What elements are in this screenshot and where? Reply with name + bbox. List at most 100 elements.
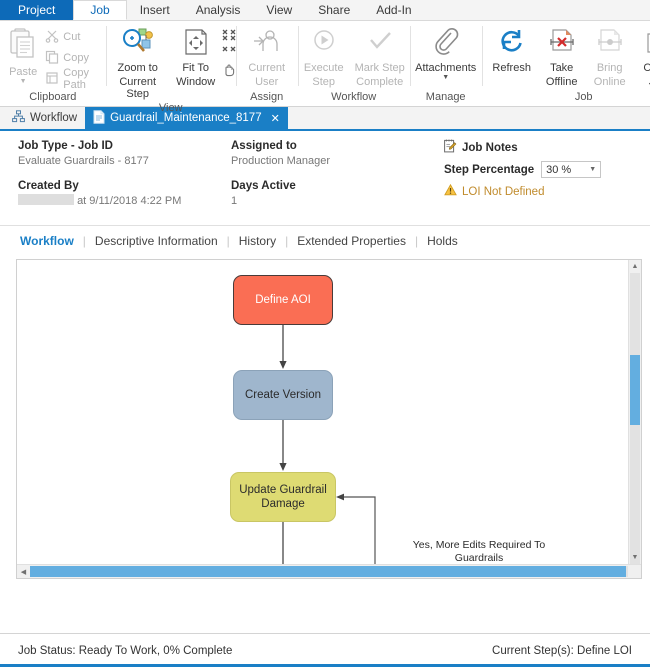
created-by-value: at 9/11/2018 4:22 PM [77,195,181,207]
current-user-label-1: Current [248,62,285,74]
tab-descriptive-information[interactable]: Descriptive Information [86,234,227,248]
ribbon-group-view: Zoom to Current Step Fit To Window [106,21,236,106]
refresh-button[interactable]: Refresh [486,25,538,76]
tab-workflow[interactable]: Workflow [20,234,83,248]
canvas-horizontal-scrollbar[interactable]: ◀ [17,564,641,578]
ribbon-group-assign-label: Assign [250,91,283,106]
cut-button[interactable]: Cut [42,28,101,46]
take-offline-label-2: Offline [546,76,578,88]
cut-label: Cut [63,31,80,43]
job-type-value: Evaluate Guardrails - 8177 [18,154,149,169]
tab-history[interactable]: History [230,234,285,248]
paste-button[interactable]: Paste ▼ [4,25,42,87]
ribbon-group-job: Refresh Take Offline [482,21,650,106]
bring-online-label-2: Online [594,76,626,88]
created-by-block: Created By at 9/11/2018 4:22 PM [18,179,181,209]
take-offline-label-1: Take [550,62,573,74]
scroll-left-arrow-icon[interactable]: ◀ [17,565,30,578]
tab-extended-properties[interactable]: Extended Properties [288,234,415,248]
scroll-up-arrow-icon[interactable]: ▲ [629,260,641,273]
ribbon-group-manage: Attachments ▼ Manage [410,21,482,106]
ribbon-group-clipboard-label: Clipboard [29,91,76,106]
workflow-node-define-aoi-label: Define AOI [255,293,311,307]
canvas-vertical-scrollbar[interactable]: ▲ ▼ [628,260,641,578]
horizontal-scroll-track[interactable] [30,566,628,577]
assign-user-icon [252,27,282,60]
ribbon-group-manage-label: Manage [426,91,466,106]
bring-online-label-1: Bring [597,62,623,74]
bring-online-icon [595,27,625,60]
paste-label: Paste [9,66,37,78]
attachments-dropdown-caret[interactable]: ▼ [442,75,449,81]
notes-icon [444,139,457,156]
ribbon-tab-bar: Project Job Insert Analysis View Share A… [0,0,650,21]
days-active-block: Days Active 1 [231,179,296,209]
job-header-panel: Job Type - Job ID Evaluate Guardrails - … [0,131,650,226]
execute-step-button[interactable]: Execute Step [298,25,350,90]
fit-to-window-icon [181,27,211,60]
mark-step-complete-button[interactable]: Mark Step Complete [350,25,410,90]
workflow-edge-annotation: Yes, More Edits Required To Guardrails [389,539,569,565]
copy-button[interactable]: Copy [42,49,101,67]
ribbon-group-assign: Current User Assign [236,21,298,106]
ribbon-tab-view[interactable]: View [253,0,305,20]
fit-to-window-label-1: Fit To [182,62,209,74]
job-actions-block: Job Notes Step Percentage 30 % ▼ LOI Not… [444,139,601,199]
clone-job-button[interactable]: Clone Job [634,25,650,90]
workflow-icon [12,110,25,126]
document-tab-guardrail-maintenance[interactable]: Guardrail_Maintenance_8177 ✕ [85,107,288,129]
workflow-node-update-guardrail-damage-label: Update Guardrail Damage [237,483,329,511]
scissors-icon [45,29,59,46]
current-step-text: Current Step(s): Define LOI [492,645,632,657]
job-status-text: Job Status: Ready To Work, 0% Complete [18,645,232,657]
ribbon-group-job-label: Job [575,91,593,106]
zoom-to-current-step-label-2: Current Step [107,76,169,100]
tab-holds[interactable]: Holds [418,234,467,248]
ribbon-tab-project[interactable]: Project [0,0,73,20]
zoom-to-current-step-button[interactable]: Zoom to Current Step [106,25,170,102]
fit-to-window-button[interactable]: Fit To Window [170,25,222,90]
scroll-down-arrow-icon[interactable]: ▼ [629,551,641,564]
zoom-out-full-icon[interactable] [222,29,236,44]
mark-step-complete-label-2: Complete [356,76,403,88]
current-user-button[interactable]: Current User [239,25,295,90]
attachments-button[interactable]: Attachments ▼ [412,25,480,83]
loi-label: LOI Not Defined [462,186,544,198]
copy-path-button[interactable]: Copy Path [42,70,101,88]
workflow-canvas[interactable]: Define AOI Create Version Update Guardra… [17,260,641,578]
job-notes-button[interactable]: Job Notes [444,139,601,156]
warning-icon [444,184,457,199]
document-tab-workflow[interactable]: Workflow [4,107,85,129]
take-offline-button[interactable]: Take Offline [538,25,586,90]
ribbon-tab-analysis[interactable]: Analysis [183,0,254,20]
ribbon-tab-insert[interactable]: Insert [127,0,183,20]
workflow-node-define-aoi[interactable]: Define AOI [233,275,333,325]
ribbon-group-view-label: View [159,102,183,117]
step-percentage-select[interactable]: 30 % ▼ [541,161,601,178]
execute-step-label-2: Step [312,76,335,88]
clone-job-icon [643,27,650,60]
job-type-block: Job Type - Job ID Evaluate Guardrails - … [18,139,149,169]
step-percentage-label: Step Percentage [444,164,534,176]
redacted-username [18,194,74,205]
bring-online-button[interactable]: Bring Online [586,25,634,90]
detail-tab-bar: Workflow | Descriptive Information | His… [0,226,650,256]
checkmark-icon [365,27,395,60]
workflow-node-update-guardrail-damage[interactable]: Update Guardrail Damage [230,472,336,522]
paperclip-icon [432,27,460,60]
paste-dropdown-caret[interactable]: ▼ [20,79,27,85]
ribbon-tab-addin[interactable]: Add-In [363,0,424,20]
execute-step-label-1: Execute [304,62,344,74]
ribbon-tab-job[interactable]: Job [73,0,126,20]
document-tab-guardrail-maintenance-label: Guardrail_Maintenance_8177 [110,112,262,124]
pan-hand-icon[interactable] [222,63,236,80]
horizontal-scroll-thumb[interactable] [30,566,626,577]
close-icon[interactable]: ✕ [271,112,280,125]
workflow-node-create-version[interactable]: Create Version [233,370,333,420]
vertical-scroll-thumb[interactable] [630,355,640,425]
step-percentage-value: 30 % [546,164,571,176]
ribbon-tab-share[interactable]: Share [305,0,363,20]
zoom-in-full-icon[interactable] [222,46,236,61]
refresh-label: Refresh [492,62,531,74]
created-by-value-row: at 9/11/2018 4:22 PM [18,194,181,209]
